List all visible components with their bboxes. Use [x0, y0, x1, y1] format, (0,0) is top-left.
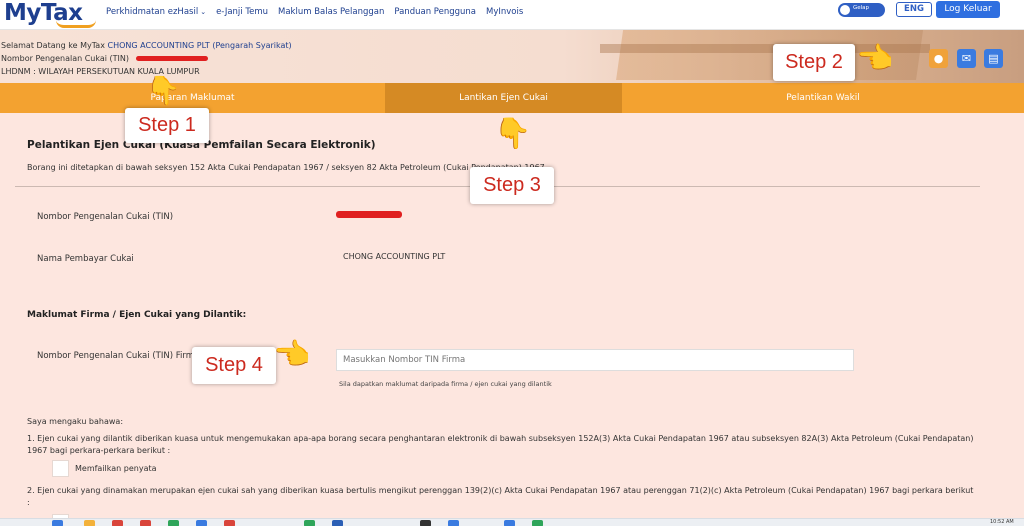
welcome-line: Selamat Datang ke MyTax CHONG ACCOUNTING… — [1, 41, 292, 50]
taskbar-app-icon[interactable] — [532, 520, 543, 526]
book-icon[interactable]: ▤ — [984, 49, 1003, 68]
logo-swoosh — [56, 20, 96, 28]
form-description: Borang ini ditetapkan di bawah seksyen 1… — [27, 163, 545, 172]
taskbar-app-icon[interactable] — [84, 520, 95, 526]
memfailkan-penyata-checkbox[interactable] — [52, 460, 69, 477]
tin-firma-input[interactable] — [336, 349, 854, 371]
tin-field-label: Nombor Pengenalan Cukai (TIN) — [37, 212, 174, 222]
taskbar-app-icon[interactable] — [224, 520, 235, 526]
nav-link-panduan-pengguna[interactable]: Panduan Pengguna — [394, 7, 476, 17]
taskbar-app-icon[interactable] — [112, 520, 123, 526]
tin-line: Nombor Pengenalan Cukai (TIN) — [1, 54, 208, 63]
taskbar-app-icon[interactable] — [420, 520, 431, 526]
memfailkan-penyata-label: Memfailkan penyata — [75, 464, 157, 473]
nav-link-maklum-balas[interactable]: Maklum Balas Pelanggan — [278, 7, 384, 17]
logout-button[interactable]: Log Keluar — [936, 1, 1000, 18]
logo-my-text: My — [4, 0, 41, 26]
os-taskbar: 10:52 AM — [0, 518, 1024, 526]
pointing-hand-icon: 👆 — [494, 115, 532, 150]
pointing-hand-icon: 👆 — [858, 39, 894, 77]
step-4-callout: Step 4 — [192, 347, 276, 384]
taskbar-app-icon[interactable] — [52, 520, 63, 526]
chevron-down-icon: ⌄ — [200, 8, 207, 16]
step-3-callout: Step 3 — [470, 167, 554, 204]
dark-mode-toggle[interactable]: Gelap — [838, 3, 885, 17]
language-button[interactable]: ENG — [896, 2, 932, 17]
pointing-hand-icon: 👆 — [275, 335, 311, 373]
nav-link-e-janji-temu[interactable]: e-Janji Temu — [216, 7, 268, 17]
declaration-intro: Saya mengaku bahawa: — [27, 417, 124, 426]
step-2-callout: Step 2 — [773, 44, 855, 81]
profile-icon[interactable]: ● — [929, 49, 948, 68]
taskbar-app-icon[interactable] — [168, 520, 179, 526]
nav-links: Perkhidmatan ezHasil ⌄ e-Janji Temu Maklu… — [106, 0, 533, 24]
nav-link-myinvois[interactable]: MyInvois — [486, 7, 523, 17]
taskbar-app-icon[interactable] — [448, 520, 459, 526]
step-1-callout: Step 1 — [125, 108, 209, 143]
taskbar-app-icon[interactable] — [196, 520, 207, 526]
tin-firma-label: Nombor Pengenalan Cukai (TIN) Firma — [37, 351, 200, 361]
declaration-1: 1. Ejen cukai yang dilantik diberikan ku… — [27, 434, 974, 455]
taskbar-app-icon[interactable] — [304, 520, 315, 526]
taskbar-clock: 10:52 AM — [990, 519, 1014, 525]
nav-link-label: Perkhidmatan ezHasil — [106, 7, 199, 17]
taskbar-app-icon[interactable] — [504, 520, 515, 526]
mail-icon[interactable]: ✉ — [957, 49, 976, 68]
declaration-2: 2. Ejen cukai yang dinamakan merupakan e… — [27, 486, 974, 507]
top-navbar: MyTax Perkhidmatan ezHasil ⌄ e-Janji Temu… — [0, 0, 1024, 30]
tin-firma-help-text: Sila dapatkan maklumat daripada firma / … — [339, 380, 552, 388]
welcome-prefix: Selamat Datang ke MyTax — [1, 41, 105, 50]
nav-link-perkhidmatan-ezhasil[interactable]: Perkhidmatan ezHasil ⌄ — [106, 7, 206, 17]
tab-pelantikan-wakil[interactable]: Pelantikan Wakil — [622, 83, 1024, 113]
tin-label: Nombor Pengenalan Cukai (TIN) — [1, 54, 130, 63]
nama-pembayar-value: CHONG ACCOUNTING PLT — [343, 252, 446, 261]
taskbar-app-icon[interactable] — [332, 520, 343, 526]
nama-pembayar-label: Nama Pembayar Cukai — [37, 254, 134, 264]
tab-lantikan-ejen-cukai[interactable]: Lantikan Ejen Cukai — [385, 83, 622, 113]
toggle-label: Gelap — [853, 5, 870, 11]
company-name: CHONG ACCOUNTING PLT (Pengarah Syarikat) — [107, 41, 292, 50]
taskbar-app-icon[interactable] — [140, 520, 151, 526]
pointing-hand-icon: 👆 — [146, 74, 181, 107]
section-firma-title: Maklumat Firma / Ejen Cukai yang Dilanti… — [27, 310, 247, 320]
toggle-knob — [840, 5, 850, 15]
tin-redaction-mark — [135, 56, 208, 61]
tin-value-redaction-mark — [336, 211, 402, 218]
